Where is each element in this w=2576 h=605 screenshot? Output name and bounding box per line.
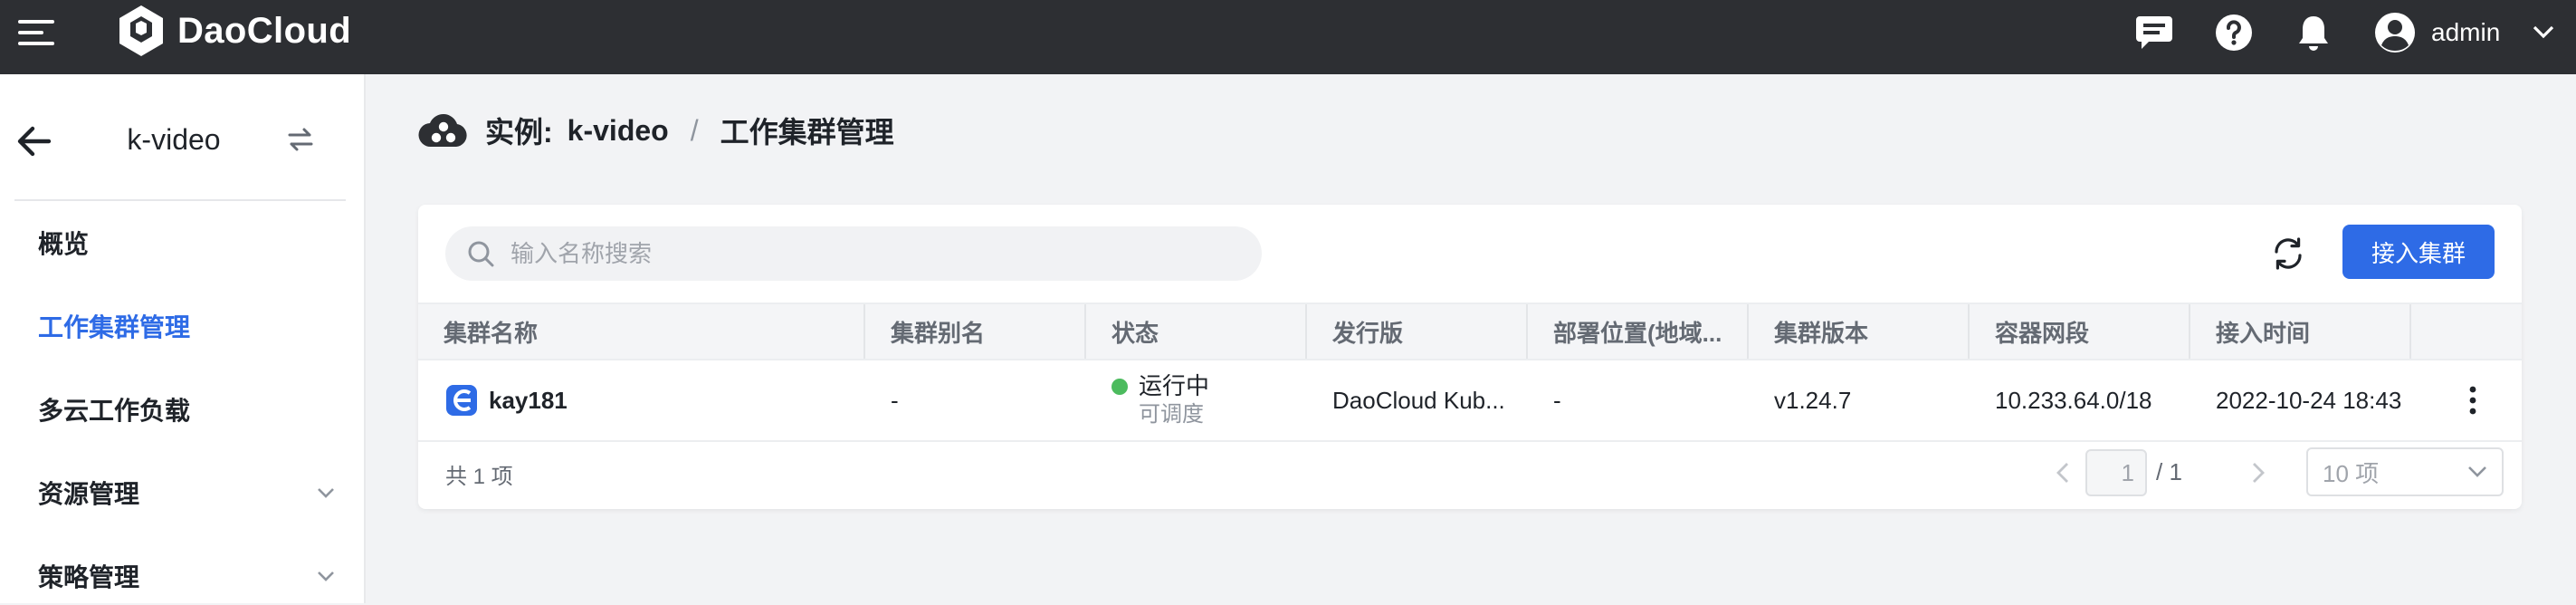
sidebar-item-label: 资源管理 <box>38 480 140 508</box>
chevron-down-icon <box>318 571 334 581</box>
cell-distribution: DaoCloud Kub... <box>1332 386 1505 414</box>
sidebar-item-label: 策略管理 <box>38 563 140 591</box>
page-size-select[interactable]: 10 项 <box>2306 447 2504 496</box>
bell-icon[interactable] <box>2292 11 2335 54</box>
column-header-status[interactable]: 状态 <box>1086 304 1307 359</box>
sidebar-divider <box>14 199 346 201</box>
chevron-down-icon <box>2533 25 2554 39</box>
prev-page-icon[interactable] <box>2053 462 2075 484</box>
column-header-distribution[interactable]: 发行版 <box>1307 304 1528 359</box>
help-icon[interactable] <box>2212 11 2256 54</box>
chevron-down-icon <box>2468 466 2486 477</box>
sidebar-item-label: 概览 <box>38 230 90 258</box>
search-box[interactable] <box>445 226 1262 281</box>
sidebar: k-video 概览 工作集群管理 多云工作负载 资源管理 策略管理 <box>0 74 366 603</box>
next-page-icon[interactable] <box>2247 462 2268 484</box>
message-icon[interactable] <box>2132 11 2176 54</box>
brand-name: DaoCloud <box>177 10 352 51</box>
column-header-cidr[interactable]: 容器网段 <box>1970 304 2190 359</box>
page-number-input[interactable] <box>2085 449 2147 496</box>
column-header-version[interactable]: 集群版本 <box>1749 304 1970 359</box>
breadcrumb: 实例: k-video / 工作集群管理 <box>416 109 894 152</box>
breadcrumb-current: 工作集群管理 <box>720 116 894 149</box>
total-pages: / 1 <box>2156 458 2182 485</box>
top-navbar: DaoCloud admin <box>0 0 2576 74</box>
switch-instance-icon[interactable] <box>286 125 315 154</box>
refresh-icon[interactable] <box>2270 235 2306 272</box>
column-header-actions <box>2411 304 2522 359</box>
cell-cluster-name[interactable]: kay181 <box>418 360 865 440</box>
breadcrumb-instance[interactable]: k-video <box>568 114 669 148</box>
column-header-joined[interactable]: 接入时间 <box>2190 304 2411 359</box>
table-row[interactable]: kay181 - 运行中 可调度 DaoCloud Kub... - v1.24… <box>418 360 2522 442</box>
cell-cidr: 10.233.64.0/18 <box>1995 386 2152 414</box>
more-actions-icon[interactable] <box>2455 382 2491 418</box>
sidebar-item-policy-management[interactable]: 策略管理 <box>0 547 364 605</box>
sidebar-item-label: 多云工作负载 <box>38 397 191 425</box>
cluster-list-card: 接入集群 集群名称 集群别名 状态 发行版 部署位置(地域... 集群版本 容器… <box>418 205 2522 509</box>
user-avatar-icon <box>2375 13 2415 53</box>
column-header-location[interactable]: 部署位置(地域... <box>1528 304 1749 359</box>
breadcrumb-separator: / <box>690 113 699 147</box>
pagination: / 1 10 项 <box>418 447 2522 498</box>
breadcrumb-prefix: 实例: <box>485 116 553 149</box>
sidebar-item-label: 工作集群管理 <box>38 313 191 341</box>
cell-location: - <box>1553 386 1561 414</box>
cluster-name-link[interactable]: kay181 <box>489 387 568 415</box>
search-input[interactable] <box>507 237 1238 270</box>
user-menu[interactable]: admin <box>2373 9 2554 56</box>
status-text: 运行中 <box>1139 372 1210 399</box>
cloud-instance-icon <box>418 114 467 148</box>
sidebar-item-cluster-management[interactable]: 工作集群管理 <box>0 297 364 355</box>
sidebar-item-resource-management[interactable]: 资源管理 <box>0 464 364 522</box>
column-header-name[interactable]: 集群名称 <box>418 304 865 359</box>
cell-status: 运行中 可调度 <box>1086 360 1307 440</box>
status-dot <box>1111 379 1128 395</box>
daocloud-logo-icon <box>119 5 163 56</box>
column-header-alias[interactable]: 集群别名 <box>865 304 1086 359</box>
brand-logo[interactable]: DaoCloud <box>116 4 351 58</box>
sidebar-item-overview[interactable]: 概览 <box>0 214 364 272</box>
menu-icon[interactable] <box>18 18 54 47</box>
user-name: admin <box>2431 18 2501 46</box>
cluster-type-icon <box>446 385 477 416</box>
cell-version: v1.24.7 <box>1774 386 1852 414</box>
status-subtext: 可调度 <box>1139 402 1204 427</box>
cell-alias: - <box>891 386 899 414</box>
search-icon <box>468 241 494 267</box>
cell-joined-time: 2022-10-24 18:43 <box>2216 386 2402 414</box>
connect-cluster-button[interactable]: 接入集群 <box>2342 225 2495 279</box>
table-header: 集群名称 集群别名 状态 发行版 部署位置(地域... 集群版本 容器网段 接入… <box>418 302 2522 360</box>
page-size-value: 10 项 <box>2323 459 2380 487</box>
sidebar-item-multicloud-workloads[interactable]: 多云工作负载 <box>0 380 364 438</box>
chevron-down-icon <box>318 488 334 498</box>
